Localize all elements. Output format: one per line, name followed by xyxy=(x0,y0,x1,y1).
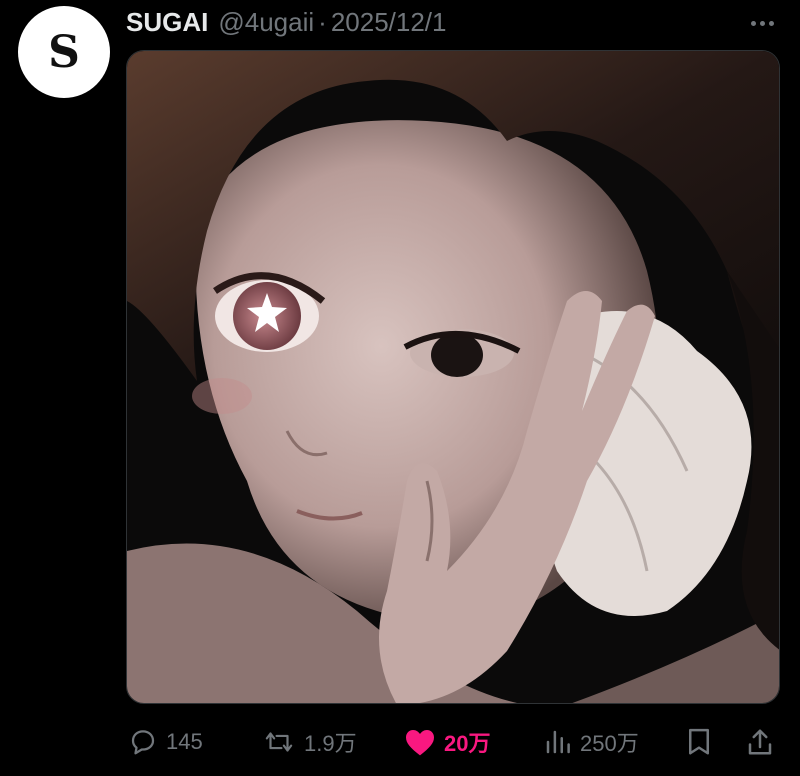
share-icon xyxy=(746,727,774,757)
like-button[interactable]: 20万 xyxy=(404,716,490,768)
views-count: 250万 xyxy=(580,731,639,756)
avatar-letter: S xyxy=(48,26,80,78)
repost-button[interactable]: 1.9万 xyxy=(262,716,357,768)
repost-icon xyxy=(262,727,296,757)
header-separator: · xyxy=(318,6,327,37)
reply-button[interactable]: 145 xyxy=(128,716,203,768)
reply-count: 145 xyxy=(166,729,203,754)
tweet-header: SUGAI @4ugaii · 2025/12/1 xyxy=(126,4,446,40)
author-avatar[interactable]: S xyxy=(18,6,110,98)
illustration-artwork xyxy=(127,51,779,703)
tweet-date[interactable]: 2025/12/1 xyxy=(331,7,447,38)
heart-icon xyxy=(404,727,436,757)
author-name[interactable]: SUGAI xyxy=(126,7,208,38)
more-options-icon[interactable] xyxy=(740,8,784,38)
share-button[interactable] xyxy=(746,716,774,768)
tweet-image[interactable] xyxy=(126,50,780,704)
author-handle[interactable]: @4ugaii xyxy=(218,7,314,38)
repost-count: 1.9万 xyxy=(304,731,357,756)
like-count: 20万 xyxy=(444,731,491,756)
reply-icon xyxy=(128,727,158,757)
bookmark-button[interactable] xyxy=(686,716,712,768)
tweet-actions: 145 1.9万 20万 250万 xyxy=(0,716,800,768)
views-button[interactable]: 250万 xyxy=(544,716,639,768)
bookmark-icon xyxy=(686,727,712,757)
views-icon xyxy=(544,727,572,757)
